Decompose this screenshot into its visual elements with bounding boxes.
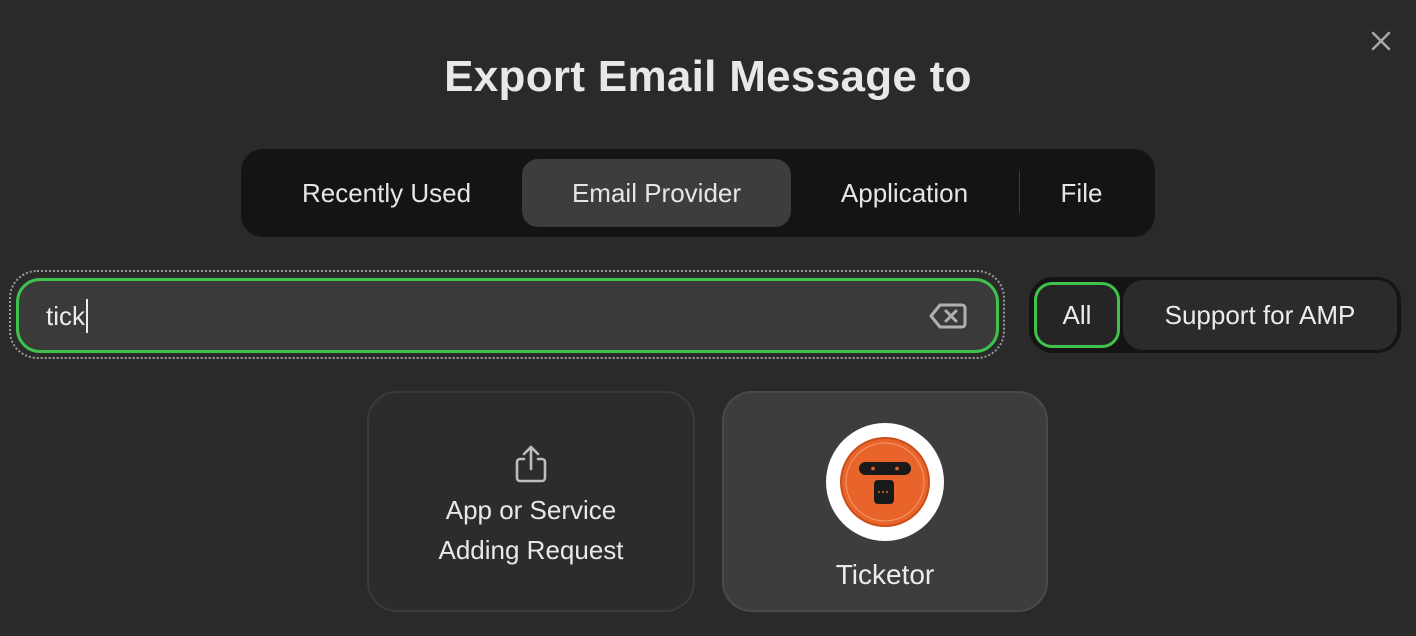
search-input[interactable]: tick — [16, 278, 999, 353]
ticketor-card[interactable]: Ticketor — [722, 391, 1048, 612]
filter-all-button[interactable]: All — [1034, 282, 1120, 348]
clear-search-button[interactable] — [928, 301, 968, 331]
filter-amp-button[interactable]: Support for AMP — [1123, 280, 1397, 350]
ticketor-logo — [826, 423, 944, 541]
request-card-label-line1: App or Service — [445, 494, 617, 525]
tab-application[interactable]: Application — [801, 159, 1008, 227]
backspace-clear-icon — [929, 303, 967, 329]
ticketor-label: Ticketor — [835, 559, 935, 590]
share-icon — [515, 445, 547, 482]
tab-recently-used[interactable]: Recently Used — [261, 159, 512, 227]
request-card-label-line2: Adding Request — [438, 534, 624, 565]
dialog-title: Export Email Message to — [444, 52, 972, 101]
tab-email-provider[interactable]: Email Provider — [522, 159, 791, 227]
close-icon — [1371, 31, 1391, 51]
search-input-value[interactable]: tick — [46, 298, 88, 333]
filter-segmented-control: All Support for AMP — [1029, 277, 1401, 353]
ticketor-logo-icon — [840, 437, 930, 527]
request-service-card[interactable]: App or Service Adding Request — [367, 391, 695, 612]
category-tabs: Recently Used Email Provider Application… — [241, 149, 1155, 237]
export-dialog: Export Email Message to Recently Used Em… — [0, 0, 1416, 636]
tab-divider — [1019, 171, 1020, 213]
tab-file[interactable]: File — [1030, 159, 1133, 227]
